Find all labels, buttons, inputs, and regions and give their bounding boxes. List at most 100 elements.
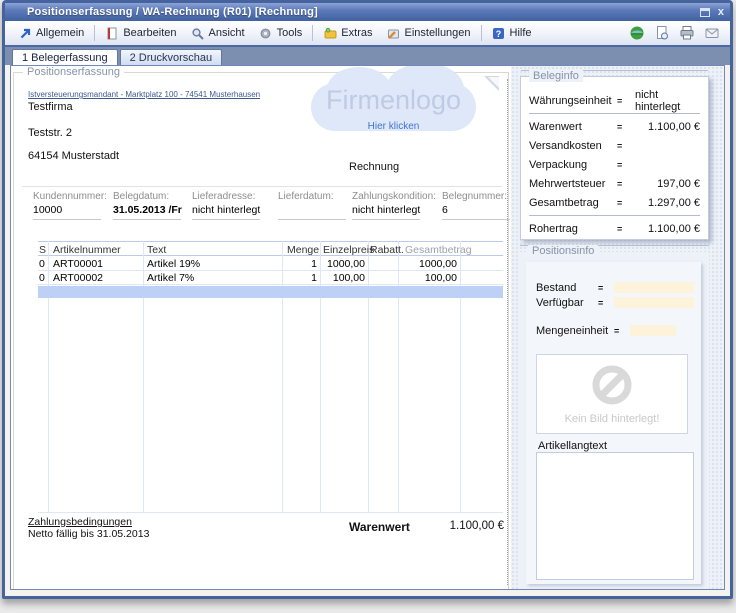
menu-extras[interactable]: Extras [316, 23, 379, 43]
col-header-text[interactable]: Text [147, 244, 166, 256]
cell-text[interactable]: Artikel 7% [147, 272, 194, 284]
col-header-menge[interactable]: Menge [287, 244, 319, 256]
page-curl-inner [488, 77, 499, 88]
mandant-link[interactable]: Istversteuerungsmandant - Marktplatz 100… [28, 90, 260, 99]
col-header-rabatt[interactable]: Rabatt. [370, 244, 404, 256]
settings-icon [386, 26, 400, 40]
company-logo-placeholder[interactable]: Firmenlogo Hier klicken [311, 83, 476, 131]
extras-icon [323, 26, 337, 40]
close-icon[interactable]: x [718, 7, 724, 17]
mengeneinheit-value-field[interactable] [630, 325, 676, 336]
col-header-einzelpreis[interactable]: Einzelpreis [323, 244, 374, 256]
menu-label: Einstellungen [404, 27, 470, 39]
arrow-up-right-icon [18, 26, 32, 40]
print-icon[interactable] [679, 25, 695, 41]
field-value[interactable]: 31.05.2013 /Fr [113, 204, 187, 217]
cell-menge[interactable]: 1 [284, 272, 317, 284]
field-lieferadresse[interactable]: Lieferadresse: nicht hinterlegt [192, 191, 266, 220]
field-value[interactable] [278, 204, 352, 217]
beleginfo-group-label: Beleginfo [529, 70, 583, 82]
menu-einstellungen[interactable]: Einstellungen [379, 23, 477, 43]
cell-menge[interactable]: 1 [284, 258, 317, 270]
field-zahlungskondition[interactable]: Zahlungskondition: nicht hinterlegt [352, 191, 426, 220]
field-value[interactable]: 10000 [33, 204, 107, 217]
menu-bearbeiten[interactable]: Bearbeiten [98, 23, 183, 43]
artikellangtext-label: Artikellangtext [538, 440, 607, 452]
logo-placeholder-text: Firmenlogo [311, 85, 476, 116]
row-label: Verpackung [529, 159, 617, 171]
cell-text[interactable]: Artikel 19% [147, 258, 200, 270]
positionsinfo-group-label: Positionsinfo [528, 245, 598, 257]
beleginfo-row-verpackung: Verpackung = [529, 155, 700, 174]
cell-artikelnummer[interactable]: ART00001 [53, 258, 103, 270]
menu-separator [312, 25, 313, 41]
artikellangtext-box[interactable] [536, 452, 694, 580]
zahlungsbedingungen-link[interactable]: Zahlungsbedingungen [28, 516, 132, 528]
table-line [38, 241, 503, 242]
menu-allgemein[interactable]: Allgemein [11, 23, 91, 43]
col-header-artikelnummer[interactable]: Artikelnummer [53, 244, 121, 256]
equals-icon: = [598, 298, 614, 308]
field-underline [278, 219, 346, 220]
equals-icon: = [598, 283, 614, 293]
verfuegbar-value-field[interactable] [614, 297, 694, 308]
customer-name: Testfirma [28, 101, 73, 113]
toolbar-right [629, 25, 724, 41]
tabstrip: 1 Belegerfassung 2 Druckvorschau [5, 47, 730, 65]
tab-belegerfassung[interactable]: 1 Belegerfassung [12, 49, 118, 65]
row-value: 197,00 € [635, 178, 700, 190]
report-globe-icon[interactable] [629, 25, 645, 41]
cell-gesamtbetrag[interactable]: 100,00 [400, 272, 457, 284]
verfuegbar-row: Verfügbar = [526, 295, 701, 310]
mail-icon[interactable] [704, 25, 720, 41]
cell-s[interactable]: 0 [39, 272, 45, 284]
positionsinfo-section: Positionsinfo Bestand = Verfügbar = [520, 252, 709, 590]
document-export-icon[interactable] [654, 25, 670, 41]
field-kundennummer[interactable]: Kundennummer: 10000 [33, 191, 107, 220]
body-frame: Positionserfassung Istversteuerungsmanda… [5, 65, 730, 596]
row-line [38, 270, 503, 271]
beleginfo-row-versandkosten: Versandkosten = [529, 136, 700, 155]
bestand-label: Bestand [536, 282, 598, 294]
logo-click-hint[interactable]: Hier klicken [311, 121, 476, 132]
field-label: Kundennummer: [33, 191, 107, 202]
field-belegdatum[interactable]: Belegdatum: 31.05.2013 /Fr [113, 191, 187, 220]
menu-ansicht[interactable]: Ansicht [184, 23, 252, 43]
app-window: Positionserfassung / WA-Rechnung (R01) [… [2, 0, 733, 599]
bestand-value-field[interactable] [614, 282, 694, 293]
cell-einzelpreis[interactable]: 100,00 [322, 272, 365, 284]
menubar: Allgemein Bearbeiten Ansicht Tools [5, 21, 730, 47]
tab-druckvorschau[interactable]: 2 Druckvorschau [120, 49, 223, 65]
field-label: Zahlungskondition: [352, 191, 426, 202]
menu-label: Allgemein [36, 27, 84, 39]
field-underline [442, 219, 510, 220]
field-belegnummer[interactable]: Belegnummer: 6 [442, 191, 516, 220]
row-label: Versandkosten [529, 140, 617, 152]
row-line [38, 512, 503, 513]
article-image-box[interactable]: Kein Bild hinterlegt! [536, 354, 688, 434]
cell-gesamtbetrag[interactable]: 1000,00 [400, 258, 457, 270]
col-header-s[interactable]: S [39, 244, 46, 256]
field-value[interactable]: nicht hinterlegt [352, 204, 426, 217]
field-value[interactable]: nicht hinterlegt [192, 204, 266, 217]
col-header-gesamtbetrag[interactable]: Gesamtbetrag [405, 244, 472, 256]
doc-type-title: Rechnung [349, 161, 399, 173]
selected-row[interactable] [38, 286, 503, 298]
field-lieferdatum[interactable]: Lieferdatum: [278, 191, 352, 220]
cell-artikelnummer[interactable]: ART00002 [53, 272, 103, 284]
equals-icon: = [617, 160, 635, 170]
maximize-icon[interactable] [700, 8, 710, 17]
menu-label: Tools [277, 27, 303, 39]
row-value: 1.100,00 € [635, 121, 700, 133]
mengeneinheit-label: Mengeneinheit [536, 325, 614, 337]
menu-hilfe[interactable]: ? Hilfe [485, 23, 539, 43]
field-underline [33, 219, 101, 220]
row-label: Gesamtbetrag [529, 197, 617, 209]
field-label: Belegdatum: [113, 191, 187, 202]
equals-icon: = [614, 326, 630, 336]
cell-s[interactable]: 0 [39, 258, 45, 270]
cell-einzelpreis[interactable]: 1000,00 [322, 258, 365, 270]
window-title: Positionserfassung / WA-Rechnung (R01) [… [27, 6, 700, 18]
menu-tools[interactable]: Tools [252, 23, 310, 43]
field-value[interactable]: 6 [442, 204, 516, 217]
